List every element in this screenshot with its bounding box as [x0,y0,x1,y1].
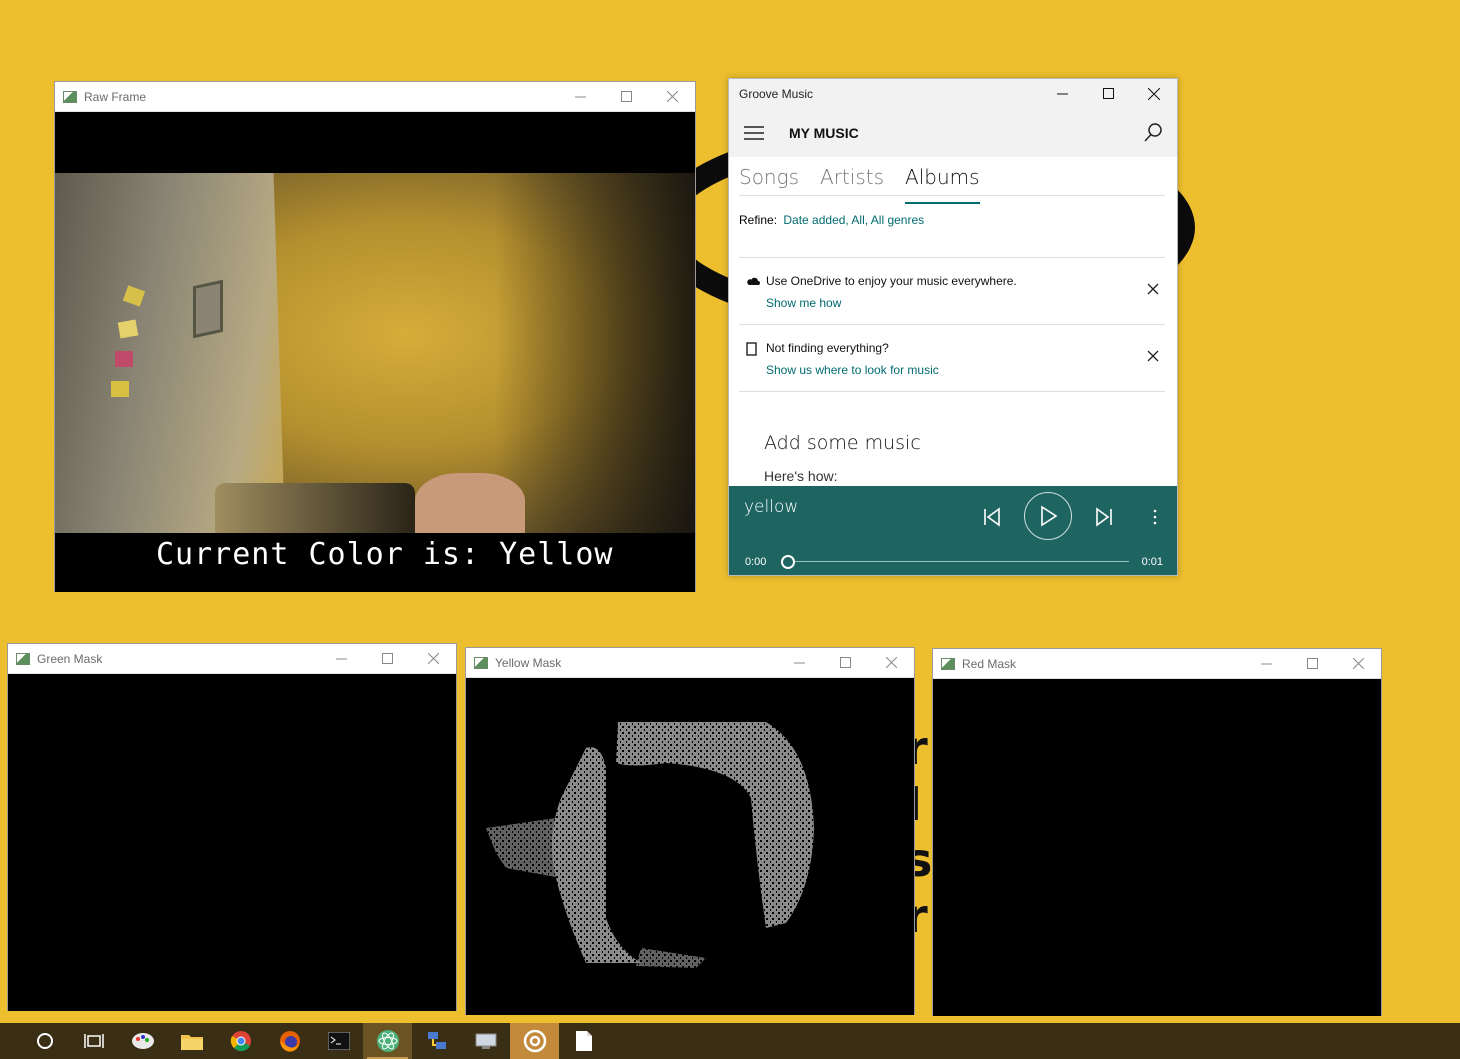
paint-icon[interactable] [118,1023,167,1059]
onedrive-notice: Use OneDrive to enjoy your music everywh… [739,258,1165,325]
tab-artists[interactable]: Artists [820,165,884,195]
tab-albums[interactable]: Albums [905,165,980,204]
elapsed-time: 0:00 [745,556,767,568]
green-mask-image [8,674,456,1011]
cortana-icon[interactable] [20,1023,69,1059]
minimize-button[interactable] [776,648,822,677]
tab-songs[interactable]: Songs [739,165,799,195]
camera-image [55,173,695,533]
groove-music-window: Groove Music MY MUSIC Songs Artists Albu… [728,78,1178,576]
raw-frame-window: Raw Frame Current Color is: Yellow [54,81,696,592]
window-app-icon [941,657,955,670]
maximize-button[interactable] [1085,79,1131,108]
red-mask-title: Red Mask [962,656,1017,671]
raw-frame-title: Raw Frame [84,89,147,104]
raw-frame-letterbox-top [55,112,695,173]
maximize-button[interactable] [603,82,649,111]
atom-icon[interactable] [363,1023,412,1059]
close-button[interactable] [868,648,914,677]
yellow-mask-blob [486,722,814,968]
refine-label: Refine: [739,213,778,227]
add-music-subtext: Here's how: [764,468,838,484]
close-button[interactable] [649,82,695,111]
seek-track[interactable] [787,561,1129,562]
refine-filters-link[interactable]: Date added, All, All genres [783,213,924,227]
not-finding-notice: Not finding everything? Show us where to… [739,325,1165,392]
onedrive-notice-text: Use OneDrive to enjoy your music everywh… [766,274,1017,288]
file-explorer-icon[interactable] [167,1023,216,1059]
taskbar [0,1023,1460,1059]
groove-title: Groove Music [739,87,814,101]
red-mask-image [933,679,1381,1016]
player-bar: yellow 0:00 0:01 [729,486,1177,575]
add-music-section: Add some music Here's how: [729,392,1177,484]
remote-icon[interactable] [461,1023,510,1059]
minimize-button[interactable] [318,644,364,673]
chrome-icon[interactable] [216,1023,265,1059]
now-playing-title: yellow [744,497,799,517]
total-duration: 0:01 [1141,556,1163,568]
show-me-how-link[interactable]: Show me how [766,296,1165,310]
close-button[interactable] [1335,649,1381,678]
search-icon[interactable] [1143,122,1163,147]
yellow-mask-title: Yellow Mask [495,655,562,670]
play-button[interactable] [1024,492,1072,540]
minimize-button[interactable] [557,82,603,111]
green-mask-title: Green Mask [37,651,103,666]
dismiss-icon[interactable] [1147,283,1159,298]
minimize-button[interactable] [1243,649,1289,678]
show-where-to-look-link[interactable]: Show us where to look for music [766,363,1165,377]
close-button[interactable] [1131,79,1177,108]
red-mask-window: Red Mask [932,648,1382,1016]
task-view-icon[interactable] [69,1023,118,1059]
firefox-icon[interactable] [265,1023,314,1059]
not-finding-notice-text: Not finding everything? [766,341,889,355]
yellow-mask-window: Yellow Mask [465,647,915,1015]
groove-music-icon[interactable] [510,1023,559,1059]
window-app-icon [474,656,488,669]
yellow-mask-image [466,678,914,1015]
minimize-button[interactable] [1039,79,1085,108]
window-app-icon [16,652,30,665]
window-app-icon [63,90,77,103]
raw-frame-titlebar[interactable]: Raw Frame [55,82,695,112]
hamburger-menu-icon[interactable] [731,109,777,157]
green-mask-window: Green Mask [7,643,457,1011]
page-title: MY MUSIC [789,125,859,141]
maximize-button[interactable] [1289,649,1335,678]
groove-titlebar[interactable]: Groove Music [729,79,1177,109]
more-options-icon[interactable] [1145,504,1165,530]
cloud-icon [746,275,760,289]
next-icon[interactable] [1091,504,1117,530]
dismiss-icon[interactable] [1147,350,1159,365]
seek-handle[interactable] [781,555,795,569]
terminal-icon[interactable] [314,1023,363,1059]
current-color-caption: Current Color is: Yellow [55,533,695,592]
previous-icon[interactable] [979,504,1005,530]
red-mask-titlebar[interactable]: Red Mask [933,649,1381,679]
notepad-icon[interactable] [559,1023,608,1059]
folder-icon [746,342,758,359]
music-tabs: Songs Artists Albums [739,157,1165,204]
maximize-button[interactable] [822,648,868,677]
add-music-heading: Add some music [764,432,921,454]
close-button[interactable] [410,644,456,673]
network-icon[interactable] [412,1023,461,1059]
refine-bar: Refine: Date added, All, All genres [739,196,1165,258]
yellow-mask-titlebar[interactable]: Yellow Mask [466,648,914,678]
green-mask-titlebar[interactable]: Green Mask [8,644,456,674]
maximize-button[interactable] [364,644,410,673]
groove-header: MY MUSIC [729,109,1177,157]
